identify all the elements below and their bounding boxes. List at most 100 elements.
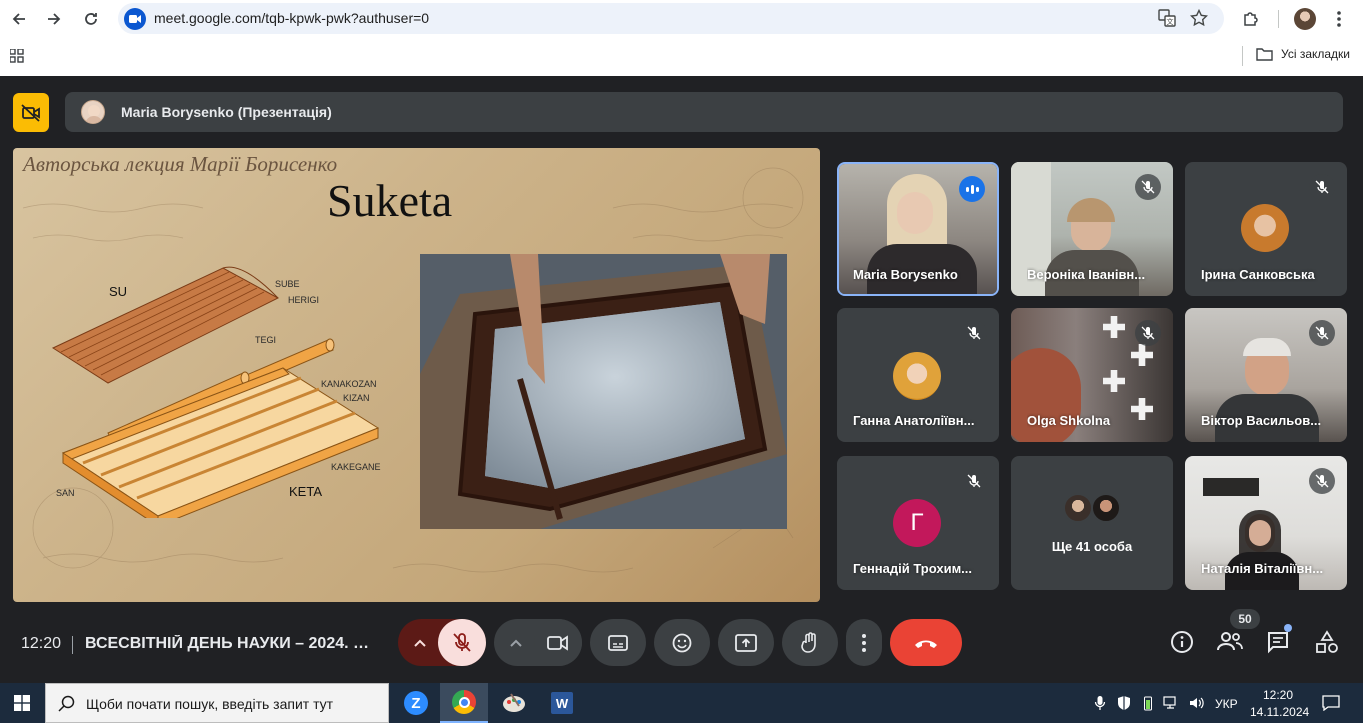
taskbar-zoom-app[interactable]: Z <box>392 683 440 723</box>
participant-tile-olga[interactable]: Olga Shkolna <box>1011 308 1173 442</box>
chrome-icon <box>452 690 476 714</box>
diagram-label-su: SU <box>109 284 128 299</box>
diagram-label-kanakozan: KANAKOZAN <box>321 379 377 389</box>
participant-tile-viktor[interactable]: Віктор Васильов... <box>1185 308 1347 442</box>
bookmarks-divider <box>1242 46 1243 66</box>
microphone-icon[interactable] <box>1094 695 1106 711</box>
clock-date[interactable]: 14.11.2024 <box>1250 705 1309 719</box>
kebab-menu-icon <box>1337 11 1341 27</box>
network-icon[interactable] <box>1163 696 1179 710</box>
participant-avatar <box>893 352 941 400</box>
all-bookmarks-button[interactable]: Усі закладки <box>1256 47 1350 61</box>
windows-taskbar: Щоби почати пошук, введіть запит тут Z W… <box>0 683 1363 723</box>
browser-menu-button[interactable] <box>1326 6 1352 32</box>
language-indicator[interactable]: УКР <box>1215 697 1238 711</box>
captions-button[interactable] <box>590 619 646 666</box>
chat-unread-dot <box>1284 624 1292 632</box>
participant-name: Вероніка Іванівн... <box>1027 267 1146 282</box>
present-screen-button[interactable] <box>718 619 774 666</box>
people-count-badge: 50 <box>1230 609 1260 629</box>
omnibox[interactable]: meet.google.com/tqb-kpwk-pwk?authuser=0 … <box>118 3 1224 34</box>
notifications-icon[interactable] <box>1322 695 1340 711</box>
camera-toggle-button[interactable] <box>534 619 582 666</box>
taskbar-search[interactable]: Щоби почати пошук, введіть запит тут <box>45 683 389 723</box>
more-participants-tile[interactable]: Ще 41 особа <box>1011 456 1173 590</box>
raise-hand-button[interactable] <box>782 619 838 666</box>
bookmark-star-icon[interactable] <box>1189 8 1209 31</box>
diagram-label-keta: KETA <box>289 484 322 499</box>
more-options-button[interactable] <box>846 619 882 666</box>
mic-off-indicator <box>961 320 987 346</box>
security-shield-icon[interactable] <box>1117 695 1131 711</box>
participant-name: Ірина Санковська <box>1201 267 1315 282</box>
presenter-label: Maria Borysenko (Презентація) <box>121 104 332 120</box>
participant-name: Віктор Васильов... <box>1201 413 1322 428</box>
forward-button[interactable] <box>41 6 67 32</box>
presenter-avatar <box>81 100 105 124</box>
start-button[interactable] <box>0 683 44 723</box>
mic-off-icon <box>453 632 471 652</box>
speaking-indicator <box>959 176 985 202</box>
windows-logo-icon <box>14 695 30 711</box>
volume-icon[interactable] <box>1189 696 1205 710</box>
papermaking-photo <box>420 254 787 529</box>
chat-icon <box>1268 632 1288 654</box>
people-button[interactable]: 50 <box>1216 609 1260 656</box>
participant-initial-avatar: Г <box>893 499 941 547</box>
participant-tile-veronika[interactable]: Вероніка Іванівн... <box>1011 162 1173 296</box>
chat-button[interactable] <box>1266 624 1292 656</box>
audio-options-button[interactable] <box>398 619 442 666</box>
participant-tile-iryna[interactable]: Ірина Санковська <box>1185 162 1347 296</box>
mic-toggle-button[interactable] <box>438 619 486 666</box>
people-icon <box>1217 632 1243 651</box>
battery-icon[interactable] <box>1144 695 1152 711</box>
raise-hand-icon <box>801 631 816 653</box>
camera-off-icon <box>21 103 40 122</box>
participant-tile-maria[interactable]: Maria Borysenko <box>837 162 999 296</box>
participant-tile-hanna[interactable]: Ганна Анатоліївн... <box>837 308 999 442</box>
meet-site-icon <box>124 8 146 30</box>
participant-tile-hennadii[interactable]: Г Геннадій Трохим... <box>837 456 999 590</box>
reload-button[interactable] <box>78 6 104 32</box>
taskbar-chrome-app[interactable] <box>440 683 488 723</box>
meeting-time: 12:20 <box>21 635 62 652</box>
people-count: 50 <box>1238 612 1252 626</box>
search-icon <box>58 695 75 712</box>
word-icon: W <box>551 692 573 714</box>
participant-name: Геннадій Трохим... <box>853 561 973 576</box>
presentation-bar: Maria Borysenko (Презентація) <box>65 92 1343 132</box>
closed-captions-icon <box>608 634 628 651</box>
extensions-button[interactable] <box>1238 6 1264 32</box>
video-options-button[interactable] <box>494 619 538 666</box>
taskbar-word-app[interactable]: W <box>538 683 586 723</box>
meet-stage: Maria Borysenko (Презентація) Авторська … <box>0 76 1363 683</box>
time-divider <box>72 636 73 654</box>
participant-name: Наталія Віталіївн... <box>1201 561 1324 576</box>
url-text[interactable]: meet.google.com/tqb-kpwk-pwk?authuser=0 <box>154 10 429 26</box>
back-button[interactable] <box>6 6 32 32</box>
participant-tile-nataliia[interactable]: Наталія Віталіївн... <box>1185 456 1347 590</box>
profile-button[interactable] <box>1292 6 1318 32</box>
translate-icon[interactable]: 文 <box>1158 9 1176 31</box>
mic-off-icon <box>1141 180 1155 194</box>
info-icon <box>1171 631 1193 653</box>
mic-off-indicator <box>1309 320 1335 346</box>
more-avatar-2 <box>1091 493 1121 523</box>
participant-avatar <box>1241 204 1289 252</box>
all-bookmarks-label: Усі закладки <box>1281 47 1351 61</box>
more-avatar-1 <box>1063 493 1093 523</box>
arrow-right-icon <box>48 13 61 25</box>
clock-time[interactable]: 12:20 <box>1263 688 1293 702</box>
chevron-up-icon <box>414 639 426 647</box>
mic-off-indicator <box>1135 174 1161 200</box>
leave-call-button[interactable] <box>890 619 962 666</box>
activities-button[interactable] <box>1315 630 1341 656</box>
camera-off-badge[interactable] <box>13 93 49 132</box>
folder-icon <box>1256 48 1273 61</box>
arrow-left-icon <box>12 13 25 25</box>
reactions-button[interactable] <box>654 619 710 666</box>
apps-grid-icon[interactable] <box>9 48 24 68</box>
taskbar-paint-app[interactable] <box>490 683 538 723</box>
meeting-info-button[interactable] <box>1170 630 1196 656</box>
kebab-menu-icon <box>862 633 866 652</box>
